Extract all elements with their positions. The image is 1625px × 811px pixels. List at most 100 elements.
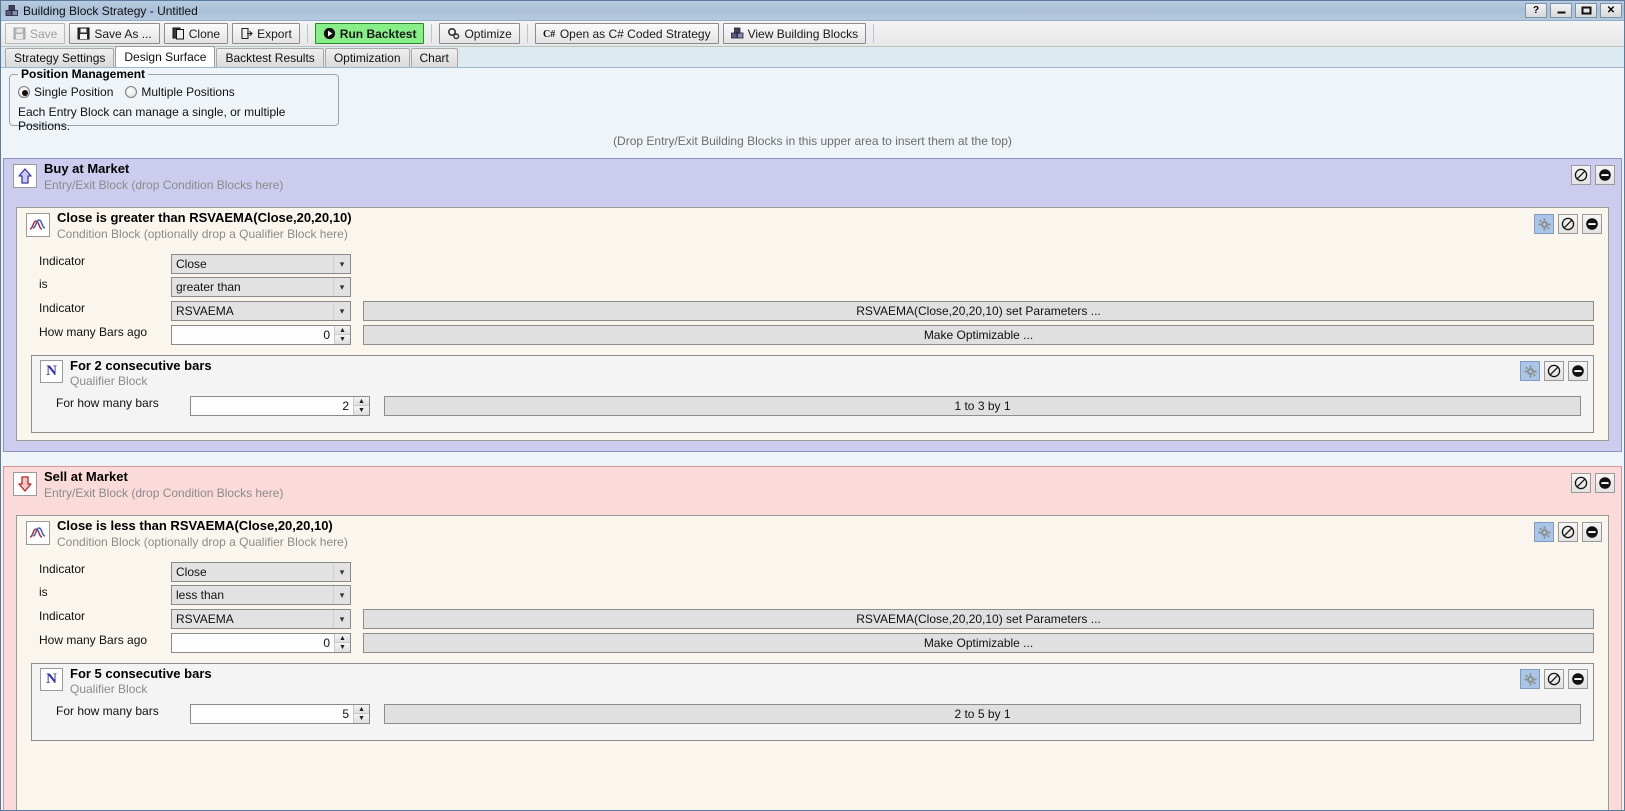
range-button[interactable]: 2 to 5 by 1 <box>384 704 1581 724</box>
spinner-up-icon[interactable]: ▲ <box>354 397 369 406</box>
toolbar-separator <box>306 24 308 43</box>
comparison-combo[interactable]: greater than ▾ <box>171 277 351 297</box>
n-letter-icon: N <box>40 668 63 691</box>
spinner-down-icon[interactable]: ▼ <box>354 714 369 723</box>
how-many-bars-spinner[interactable]: 2 ▲ ▼ <box>190 396 370 416</box>
tab-backtest-results[interactable]: Backtest Results <box>216 48 324 67</box>
qualifier-block-subtitle: Qualifier Block <box>70 682 148 696</box>
building-block-strategy-window: Building Block Strategy - Untitled ? ✕ S… <box>0 0 1625 811</box>
tab-design-surface[interactable]: Design Surface <box>115 46 216 67</box>
field-row-bars-ago: How many Bars ago 0 ▲ ▼ Make Optimizable… <box>17 633 1608 653</box>
minimize-button[interactable] <box>1550 3 1572 18</box>
condition-block-sell[interactable]: Close is less than RSVAEMA(Close,20,20,1… <box>16 515 1609 810</box>
settings-button[interactable] <box>1520 361 1540 381</box>
settings-button[interactable] <box>1520 669 1540 689</box>
run-backtest-button[interactable]: Run Backtest <box>314 23 425 44</box>
spinner-up-icon[interactable]: ▲ <box>335 634 350 643</box>
how-many-bars-spinner[interactable]: 5 ▲ ▼ <box>190 704 370 724</box>
design-surface: Position Management Single Position Mult… <box>1 68 1624 810</box>
remove-button[interactable] <box>1568 669 1588 689</box>
field-row-indicator-2: Indicator RSVAEMA ▾ RSVAEMA(Close,20,20,… <box>17 609 1608 629</box>
qualifier-block-sell[interactable]: N For 5 consecutive bars Qualifier Block <box>31 663 1594 741</box>
field-label: How many Bars ago <box>39 633 148 647</box>
save-as-button[interactable]: Save As ... <box>69 23 160 44</box>
condition-block-subtitle: Condition Block (optionally drop a Quali… <box>57 535 348 549</box>
disable-button[interactable] <box>1558 522 1578 542</box>
field-row-comparison: is greater than ▾ <box>17 277 1608 297</box>
remove-block-button[interactable] <box>1595 165 1615 185</box>
qualifier-block-title: For 5 consecutive bars <box>70 666 212 681</box>
radio-single-position[interactable]: Single Position <box>18 85 113 99</box>
indicator-curve-icon <box>26 213 50 237</box>
combo-value: Close <box>176 565 207 579</box>
condition-block-buy[interactable]: Close is greater than RSVAEMA(Close,20,2… <box>16 207 1609 441</box>
field-label: Indicator <box>39 609 86 623</box>
close-icon: ✕ <box>1606 4 1616 16</box>
bars-ago-spinner[interactable]: 0 ▲ ▼ <box>171 325 351 345</box>
remove-button[interactable] <box>1568 361 1588 381</box>
close-button[interactable]: ✕ <box>1600 3 1622 18</box>
up-arrow-icon <box>13 164 37 188</box>
spinner-buttons[interactable]: ▲ ▼ <box>334 326 350 344</box>
set-parameters-button[interactable]: RSVAEMA(Close,20,20,10) set Parameters .… <box>363 609 1594 629</box>
spinner-up-icon[interactable]: ▲ <box>335 326 350 335</box>
settings-button[interactable] <box>1534 214 1554 234</box>
maximize-button[interactable] <box>1575 3 1597 18</box>
remove-button[interactable] <box>1582 214 1602 234</box>
spinner-down-icon[interactable]: ▼ <box>335 335 350 344</box>
tab-optimization[interactable]: Optimization <box>324 48 410 67</box>
set-parameters-label: RSVAEMA(Close,20,20,10) set Parameters .… <box>856 304 1101 318</box>
field-row-how-many-bars: For how many bars 2 ▲ ▼ 1 to 3 by 1 <box>32 396 1593 416</box>
entry-block-subtitle: Entry/Exit Block (drop Condition Blocks … <box>44 486 284 500</box>
disable-button[interactable] <box>1544 361 1564 381</box>
spinner-buttons[interactable]: ▲ ▼ <box>353 705 369 723</box>
indicator-1-combo[interactable]: Close ▾ <box>171 254 351 274</box>
spinner-down-icon[interactable]: ▼ <box>354 406 369 415</box>
make-optimizable-button[interactable]: Make Optimizable ... <box>363 633 1594 653</box>
view-building-blocks-button[interactable]: View Building Blocks <box>722 23 867 44</box>
disable-button[interactable] <box>1558 214 1578 234</box>
entry-block-buy[interactable]: Buy at Market Entry/Exit Block (drop Con… <box>3 158 1622 452</box>
condition-block-actions <box>1534 214 1602 234</box>
comparison-combo[interactable]: less than ▾ <box>171 585 351 605</box>
indicator-2-combo[interactable]: RSVAEMA ▾ <box>171 609 351 629</box>
optimize-button[interactable]: Optimize <box>439 23 520 44</box>
clone-button[interactable]: Clone <box>163 23 229 44</box>
spinner-down-icon[interactable]: ▼ <box>335 643 350 652</box>
remove-block-button[interactable] <box>1595 473 1615 493</box>
view-building-blocks-label: View Building Blocks <box>747 26 859 41</box>
disable-button[interactable] <box>1544 669 1564 689</box>
qualifier-block-subtitle: Qualifier Block <box>70 374 148 388</box>
chevron-down-icon: ▾ <box>333 610 350 628</box>
bars-ago-spinner[interactable]: 0 ▲ ▼ <box>171 633 351 653</box>
radio-multiple-positions[interactable]: Multiple Positions <box>125 85 235 99</box>
indicator-2-combo[interactable]: RSVAEMA ▾ <box>171 301 351 321</box>
position-management-note: Each Entry Block can manage a single, or… <box>18 105 286 133</box>
save-button[interactable]: Save <box>5 23 66 44</box>
set-parameters-button[interactable]: RSVAEMA(Close,20,20,10) set Parameters .… <box>363 301 1594 321</box>
clone-icon <box>172 27 185 40</box>
open-as-csharp-button[interactable]: C# Open as C# Coded Strategy <box>534 23 719 44</box>
tab-strategy-settings[interactable]: Strategy Settings <box>5 48 115 67</box>
remove-button[interactable] <box>1582 522 1602 542</box>
field-label: Indicator <box>39 562 86 576</box>
disable-block-button[interactable] <box>1571 165 1591 185</box>
open-as-csharp-label: Open as C# Coded Strategy <box>559 26 711 41</box>
spinner-buttons[interactable]: ▲ ▼ <box>334 634 350 652</box>
qualifier-block-buy[interactable]: N For 2 consecutive bars Qualifier Block <box>31 355 1594 433</box>
settings-button[interactable] <box>1534 522 1554 542</box>
entry-block-sell[interactable]: Sell at Market Entry/Exit Block (drop Co… <box>3 466 1622 810</box>
export-button[interactable]: Export <box>232 23 300 44</box>
indicator-1-combo[interactable]: Close ▾ <box>171 562 351 582</box>
disable-block-button[interactable] <box>1571 473 1591 493</box>
spinner-buttons[interactable]: ▲ ▼ <box>353 397 369 415</box>
combo-value: RSVAEMA <box>176 612 234 626</box>
down-arrow-icon <box>13 472 37 496</box>
range-button[interactable]: 1 to 3 by 1 <box>384 396 1581 416</box>
make-optimizable-button[interactable]: Make Optimizable ... <box>363 325 1594 345</box>
spinner-up-icon[interactable]: ▲ <box>354 705 369 714</box>
tab-chart[interactable]: Chart <box>410 48 458 67</box>
help-button[interactable]: ? <box>1525 3 1547 18</box>
n-glyph: N <box>46 363 57 379</box>
combo-value: Close <box>176 257 207 271</box>
